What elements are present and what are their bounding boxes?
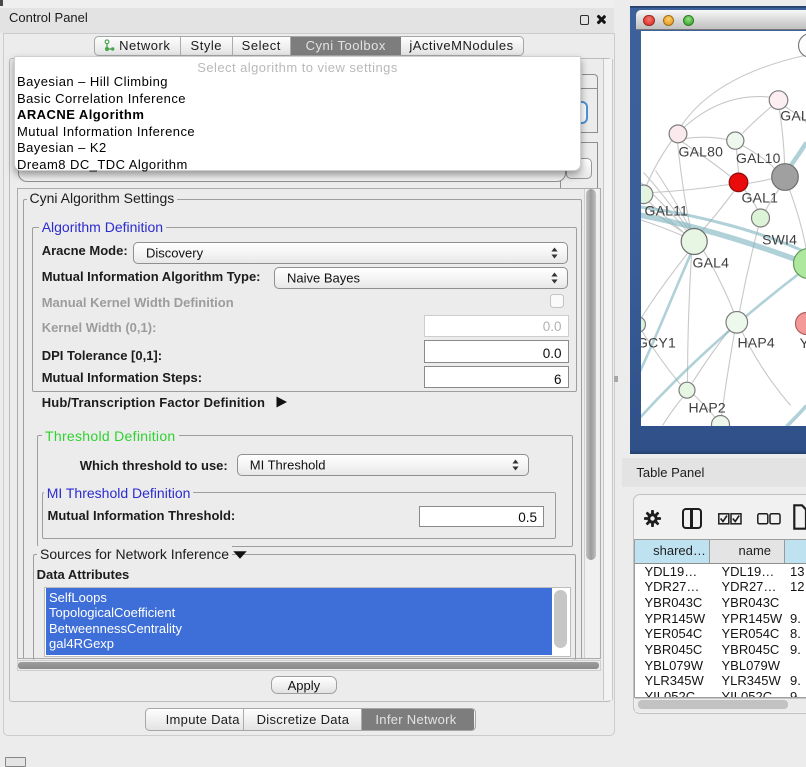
svg-text:Y: Y [799,335,806,351]
svg-text:GCY1: GCY1 [641,334,676,350]
svg-text:GAL11: GAL11 [644,202,688,218]
svg-text:GAL4: GAL4 [692,254,729,270]
svg-text:GAL80: GAL80 [678,143,723,159]
svg-text:HAP2: HAP2 [688,399,725,415]
svg-text:SWI4: SWI4 [762,231,797,247]
svg-text:GAL10: GAL10 [736,150,781,166]
svg-text:HAP4: HAP4 [737,334,774,350]
svg-text:GAL1: GAL1 [741,189,778,205]
svg-text:GAL: GAL [780,107,806,123]
